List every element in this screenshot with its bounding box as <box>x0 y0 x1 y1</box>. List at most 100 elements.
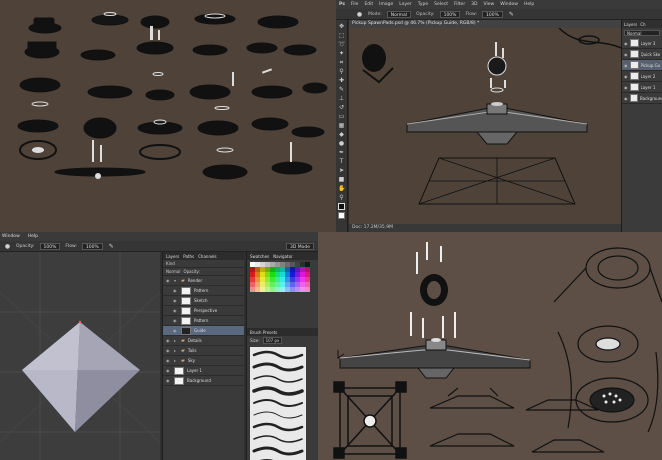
gradient-tool-icon[interactable]: ▦ <box>338 122 345 129</box>
lasso-tool-icon[interactable]: ➰ <box>338 41 345 48</box>
shape-tool-icon[interactable]: ■ <box>338 176 345 183</box>
layer-row-selected[interactable]: ◉ Guide <box>163 326 244 336</box>
document-canvas[interactable] <box>349 28 621 224</box>
type-tool-icon[interactable]: T <box>338 158 345 165</box>
tab-layers[interactable]: Layers <box>166 254 179 259</box>
tab-swatches[interactable]: Swatches <box>250 254 269 259</box>
layer-row[interactable]: ◉ Pattern <box>163 316 244 326</box>
eye-icon[interactable]: ◉ <box>624 96 628 101</box>
eyedropper-tool-icon[interactable]: ⚲ <box>338 68 345 75</box>
eye-icon[interactable]: ◉ <box>624 85 628 90</box>
layer-row[interactable]: ◉ Pattern <box>163 286 244 296</box>
layer-group-row[interactable]: ◉ ▸ ▰ Sky <box>163 356 244 366</box>
flow-field[interactable]: 100% <box>81 242 103 250</box>
brush-preset-icon[interactable]: ● <box>356 11 363 18</box>
history-brush-tool-icon[interactable]: ↺ <box>338 104 345 111</box>
menu-select[interactable]: Select <box>434 2 448 7</box>
workspace-select[interactable]: 3D Mode <box>285 242 314 250</box>
layer-row[interactable]: ◉ Sketch <box>163 296 244 306</box>
tab-paths[interactable]: Paths <box>183 254 194 259</box>
eye-icon[interactable]: ◉ <box>166 338 171 343</box>
airbrush-icon[interactable]: ✎ <box>508 11 515 18</box>
eye-icon[interactable]: ◉ <box>166 368 171 373</box>
menu-window[interactable]: Window <box>500 2 518 7</box>
expand-arrow-icon[interactable]: ▸ <box>174 358 178 363</box>
layer-row[interactable]: ◉ Layer 1 <box>163 366 244 376</box>
size-field[interactable]: 107 px <box>262 337 283 344</box>
hand-tool-icon[interactable]: ✋ <box>338 185 345 192</box>
menu-3d[interactable]: 3D <box>471 2 477 7</box>
expand-arrow-icon[interactable]: ▸ <box>174 338 178 343</box>
mode-select[interactable]: Normal <box>386 10 412 18</box>
healing-tool-icon[interactable]: ✚ <box>338 77 345 84</box>
brush-tool-icon[interactable]: ✎ <box>338 86 345 93</box>
layer-row[interactable]: ◉ Quick Ske <box>622 49 662 60</box>
layer-group-row[interactable]: ◉ ▸ ▰ Tails <box>163 346 244 356</box>
pen-tool-icon[interactable]: ✒ <box>338 149 345 156</box>
layer-row[interactable]: ◉ Perspective <box>163 306 244 316</box>
move-tool-icon[interactable]: ✥ <box>338 23 345 30</box>
airbrush-icon[interactable]: ✎ <box>108 243 115 250</box>
menu-view[interactable]: View <box>484 2 495 7</box>
foreground-color-swatch[interactable] <box>338 203 345 210</box>
crop-tool-icon[interactable]: ⌗ <box>338 59 345 66</box>
menu-window[interactable]: Window <box>2 234 20 239</box>
tab-channels[interactable]: Ch <box>640 22 645 27</box>
eye-icon[interactable]: ◉ <box>173 288 178 293</box>
expand-arrow-icon[interactable]: ▸ <box>174 348 178 353</box>
eye-icon[interactable]: ◉ <box>173 328 178 333</box>
color-swatch[interactable] <box>305 287 310 292</box>
blur-tool-icon[interactable]: ◆ <box>338 131 345 138</box>
tab-navigator[interactable]: Navigator <box>273 254 293 259</box>
eye-icon[interactable]: ◉ <box>624 63 628 68</box>
expand-arrow-icon[interactable]: ▾ <box>174 278 178 283</box>
swatch-grid[interactable] <box>247 260 318 294</box>
eye-icon[interactable]: ◉ <box>173 308 178 313</box>
menu-filter[interactable]: Filter <box>454 2 465 7</box>
blend-mode-select[interactable]: Normal <box>624 30 660 36</box>
marquee-tool-icon[interactable]: ⬚ <box>338 32 345 39</box>
layer-row[interactable]: ◉ Background <box>622 93 662 104</box>
menu-type[interactable]: Type <box>418 2 428 7</box>
stamp-tool-icon[interactable]: ⊥ <box>338 95 345 102</box>
eye-icon[interactable]: ◉ <box>624 74 628 79</box>
opacity-field[interactable]: 100% <box>39 242 61 250</box>
eye-icon[interactable]: ◉ <box>166 278 171 283</box>
eye-icon[interactable]: ◉ <box>173 298 178 303</box>
filter-kind-select[interactable]: Kind <box>166 261 175 266</box>
brush-preset-icon[interactable]: ● <box>4 243 11 250</box>
eye-icon[interactable]: ◉ <box>166 348 171 353</box>
menu-layer[interactable]: Layer <box>399 2 412 7</box>
eye-icon[interactable]: ◉ <box>166 358 171 363</box>
layer-row[interactable]: ◉ Layer 2 <box>622 71 662 82</box>
path-select-tool-icon[interactable]: ➤ <box>338 167 345 174</box>
menu-edit[interactable]: Edit <box>364 2 373 7</box>
flow-field[interactable]: 100% <box>482 10 503 18</box>
brush-preset-list[interactable] <box>250 347 306 460</box>
tab-layers[interactable]: Layers <box>624 22 637 27</box>
eye-icon[interactable]: ◉ <box>624 41 628 46</box>
background-color-swatch[interactable] <box>338 212 345 219</box>
tab-channels[interactable]: Channels <box>198 254 217 259</box>
3d-viewport[interactable] <box>0 252 160 460</box>
layer-row[interactable]: ◉ Layer 3 <box>622 38 662 49</box>
blend-mode-select[interactable]: Normal <box>166 269 180 274</box>
layer-row[interactable]: ◉ Background <box>163 376 244 386</box>
eye-icon[interactable]: ◉ <box>166 378 171 383</box>
layer-group-row[interactable]: ◉ ▸ ▰ Details <box>163 336 244 346</box>
layer-group-row[interactable]: ◉ ▾ ▰ Render <box>163 276 244 286</box>
eye-icon[interactable]: ◉ <box>624 52 628 57</box>
quick-select-tool-icon[interactable]: ✦ <box>338 50 345 57</box>
zoom-tool-icon[interactable]: ⚲ <box>338 194 345 201</box>
menu-help[interactable]: Help <box>524 2 534 7</box>
dodge-tool-icon[interactable]: ● <box>338 140 345 147</box>
document-tab[interactable]: Pickup SpawnPads.psd @ 46.7% (Pickup Gui… <box>349 20 621 28</box>
eye-icon[interactable]: ◉ <box>173 318 178 323</box>
opacity-field[interactable]: 100% <box>439 10 461 18</box>
menu-file[interactable]: File <box>351 2 359 7</box>
layer-row[interactable]: ◉ Layer 1 <box>622 82 662 93</box>
eraser-tool-icon[interactable]: ▭ <box>338 113 345 120</box>
menu-help[interactable]: Help <box>28 234 38 239</box>
menu-image[interactable]: Image <box>379 2 393 7</box>
layer-row-selected[interactable]: ◉ Pickup Gu <box>622 60 662 71</box>
